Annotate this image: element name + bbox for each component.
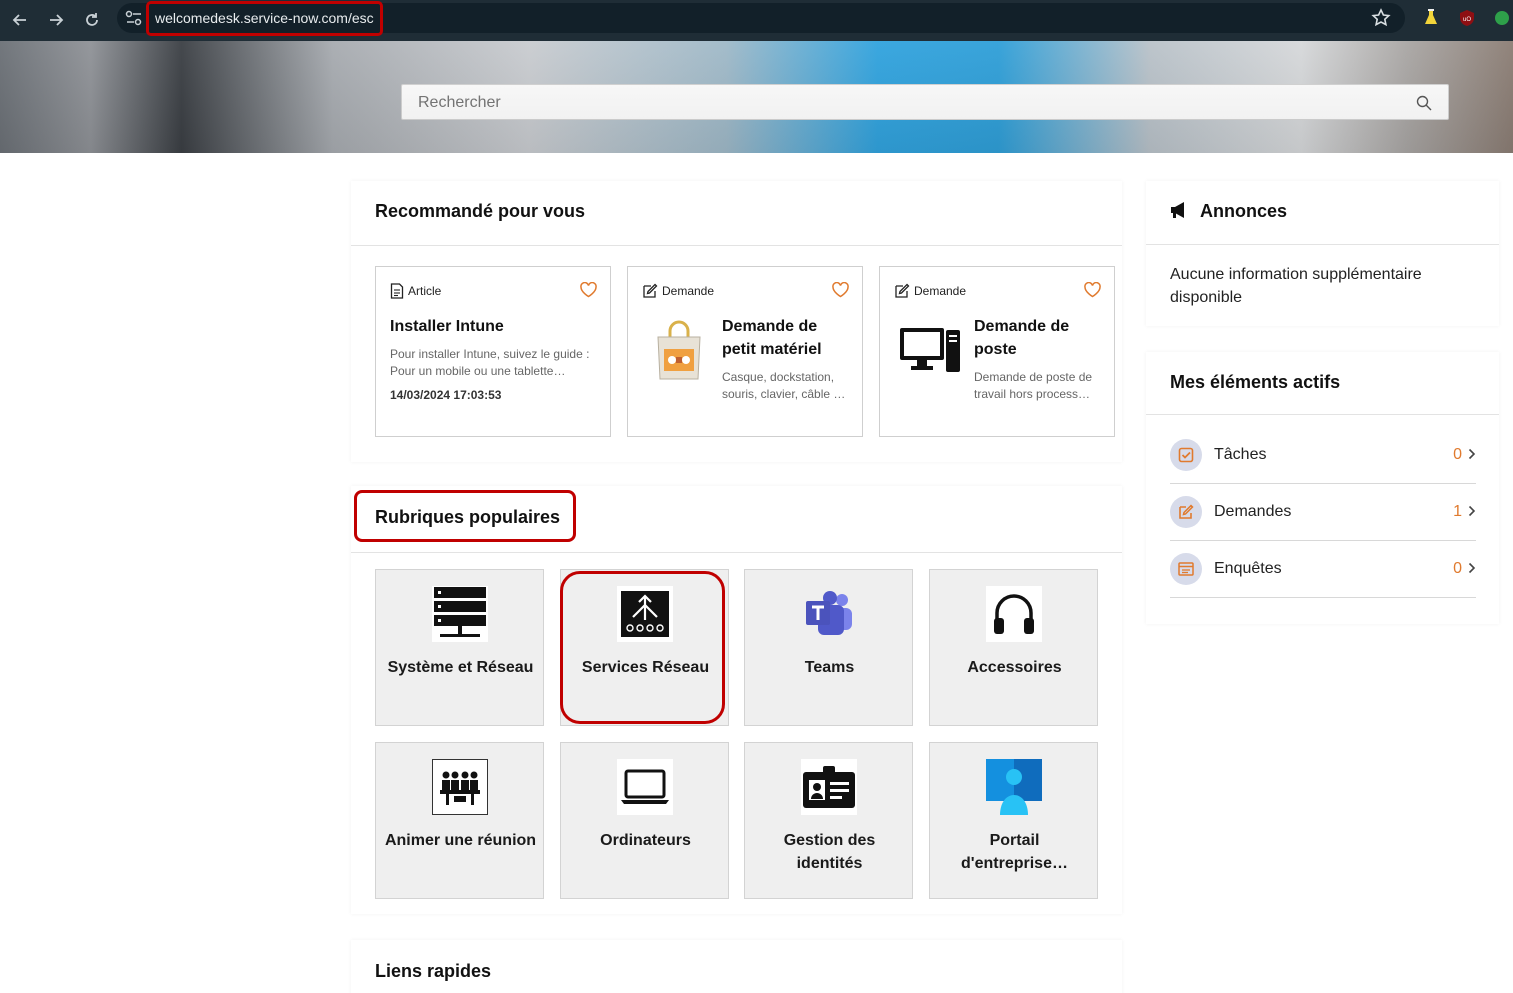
card-date: 14/03/2024 17:03:53	[390, 388, 502, 402]
topic-tile-systeme-reseau[interactable]: Système et Réseau	[375, 569, 544, 726]
search-bar[interactable]	[401, 84, 1449, 120]
chevron-right-icon	[1468, 505, 1476, 517]
topic-tile-accessoires[interactable]: Accessoires	[929, 569, 1098, 726]
topic-tile-ordinateurs[interactable]: Ordinateurs	[560, 742, 729, 899]
favorite-heart-icon[interactable]	[832, 282, 849, 298]
divider	[351, 552, 1122, 553]
chevron-right-icon	[1468, 448, 1476, 460]
tile-label: Système et Réseau	[387, 659, 534, 676]
request-edit-icon	[1170, 496, 1202, 528]
active-item-label: Tâches	[1214, 446, 1267, 463]
recommended-card-article[interactable]: Article Installer Intune Pour installer …	[375, 266, 611, 437]
card-title[interactable]: Demande de petit matériel	[722, 315, 854, 361]
chevron-right-icon	[1468, 562, 1476, 574]
headphones-icon	[986, 586, 1042, 642]
announcements-title: Annonces	[1200, 201, 1288, 221]
request-edit-icon	[895, 283, 910, 298]
card-title[interactable]: Installer Intune	[390, 315, 600, 338]
card-description: Casque, dockstation, souris, clavier, câ…	[722, 370, 846, 401]
card-type-label: Article	[408, 284, 442, 298]
quick-links-panel: Liens rapides	[351, 940, 1122, 993]
hero-banner	[0, 41, 1513, 153]
extension-evernote-icon[interactable]	[1494, 9, 1510, 27]
tile-highlight	[560, 571, 725, 724]
tile-label: Animer une réunion	[384, 832, 537, 849]
recommended-title: Recommandé pour vous	[375, 201, 586, 221]
topic-tile-gestion-identites[interactable]: Gestion des identités	[744, 742, 913, 899]
card-title[interactable]: Demande de poste	[974, 315, 1106, 361]
site-info-icon[interactable]	[124, 9, 144, 27]
laptop-icon	[617, 759, 673, 815]
article-icon	[390, 283, 404, 299]
tile-label: Accessoires	[967, 659, 1062, 676]
company-portal-icon	[986, 759, 1042, 815]
megaphone-icon	[1171, 202, 1184, 218]
card-type-label: Demande	[662, 284, 715, 298]
tile-label: Ordinateurs	[600, 832, 691, 849]
task-check-icon	[1170, 439, 1202, 471]
active-item-count: 0	[1453, 446, 1462, 463]
topic-tile-portail-entreprise[interactable]: Portail d'entreprise…	[929, 742, 1098, 899]
card-description: Demande de poste de travail hors process…	[974, 370, 1093, 401]
recommended-card-request[interactable]: Demande Demande de petit matériel Casque…	[627, 266, 863, 437]
svg-text:uO: uO	[1463, 17, 1471, 23]
tile-label: Teams	[804, 659, 855, 676]
announcements-body: Aucune information supplémentaire dispon…	[1170, 266, 1422, 306]
divider	[1146, 244, 1499, 245]
topic-tile-teams[interactable]: Teams	[744, 569, 913, 726]
server-rack-icon	[432, 586, 488, 642]
meeting-icon	[432, 759, 488, 815]
active-item-label: Demandes	[1214, 503, 1292, 520]
extension-ublock-icon[interactable]: uO	[1459, 9, 1475, 27]
browser-toolbar: welcomedesk.service-now.com/esc uO	[0, 0, 1513, 41]
topic-tile-animer-reunion[interactable]: Animer une réunion	[375, 742, 544, 899]
favorite-heart-icon[interactable]	[1084, 282, 1101, 298]
teams-icon	[801, 586, 857, 642]
divider	[1170, 597, 1476, 598]
tile-label: Portail d'entreprise…	[961, 832, 1068, 872]
id-card-icon	[801, 759, 857, 815]
forward-icon[interactable]	[42, 6, 70, 34]
desktop-computer-icon	[900, 328, 960, 372]
bookmark-star-icon[interactable]	[1370, 7, 1392, 29]
active-item-demandes[interactable]: Demandes 1	[1170, 484, 1476, 541]
divider	[351, 245, 1122, 246]
favorite-heart-icon[interactable]	[580, 282, 597, 298]
shopping-bag-icon	[657, 320, 701, 380]
card-type: Demande	[642, 283, 714, 299]
request-edit-icon	[643, 283, 658, 298]
reload-icon[interactable]	[78, 6, 106, 34]
extension-flask-icon[interactable]	[1423, 9, 1439, 27]
active-items-title: Mes éléments actifs	[1170, 372, 1341, 392]
url-text[interactable]: welcomedesk.service-now.com/esc	[155, 10, 374, 26]
back-icon[interactable]	[6, 6, 34, 34]
card-description: Pour installer Intune, suivez le guide :…	[390, 347, 590, 378]
active-item-taches[interactable]: Tâches 0	[1170, 427, 1476, 484]
card-type: Article	[390, 283, 441, 299]
tile-label: Gestion des identités	[783, 832, 876, 872]
quick-links-title: Liens rapides	[375, 961, 492, 981]
search-icon[interactable]	[1416, 95, 1432, 111]
card-type-label: Demande	[914, 284, 967, 298]
divider	[1146, 414, 1499, 415]
title-highlight	[354, 490, 576, 542]
active-item-enquetes[interactable]: Enquêtes 0	[1170, 541, 1476, 598]
search-input[interactable]	[418, 94, 1378, 112]
card-type: Demande	[894, 283, 966, 299]
active-item-count: 1	[1453, 503, 1462, 520]
active-item-label: Enquêtes	[1214, 560, 1282, 577]
active-item-count: 0	[1453, 560, 1462, 577]
recommended-card-request[interactable]: Demande Demande de poste Demande de post…	[879, 266, 1115, 437]
announcements-panel: Annonces Aucune information supplémentai…	[1146, 181, 1499, 326]
survey-icon	[1170, 553, 1202, 585]
